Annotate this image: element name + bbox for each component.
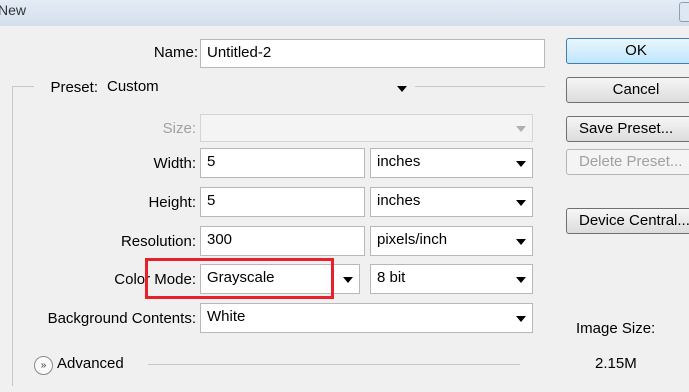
resolution-unit-select[interactable]: pixels/inch	[370, 226, 533, 256]
background-contents-select[interactable]: White	[200, 303, 533, 333]
chevron-down-icon	[397, 86, 407, 92]
height-unit-value: inches	[377, 192, 421, 209]
window-control-button[interactable]	[679, 2, 689, 22]
name-label: Name:	[153, 44, 198, 61]
advanced-label[interactable]: Advanced	[57, 355, 124, 372]
device-central-button[interactable]: Device Central...	[566, 208, 689, 234]
preset-group-border-top-right	[415, 86, 545, 87]
delete-preset-button: Delete Preset...	[566, 149, 689, 175]
width-label: Width:	[153, 155, 196, 172]
advanced-divider	[148, 364, 520, 365]
chevron-down-icon	[516, 316, 526, 322]
bit-depth-select[interactable]: 8 bit	[370, 264, 533, 294]
size-label: Size:	[162, 120, 196, 137]
color-mode-highlight	[145, 258, 334, 299]
image-size-label: Image Size:	[576, 320, 656, 337]
preset-group-border-top	[12, 86, 34, 87]
chevron-down-icon	[343, 277, 353, 283]
preset-label: Preset:	[50, 79, 98, 96]
save-preset-button[interactable]: Save Preset...	[566, 116, 689, 142]
image-size-value: 2.15M	[595, 355, 637, 372]
name-input[interactable]: Untitled-2	[200, 39, 545, 68]
chevron-down-icon	[516, 200, 526, 206]
background-contents-value: White	[207, 308, 246, 325]
size-select	[200, 114, 533, 142]
window-title: New	[0, 2, 27, 18]
resolution-unit-value: pixels/inch	[377, 231, 448, 248]
chevron-down-icon	[516, 239, 526, 245]
chevron-down-icon	[516, 126, 526, 132]
height-unit-select[interactable]: inches	[370, 187, 533, 217]
height-label: Height:	[148, 194, 196, 211]
cancel-button[interactable]: Cancel	[566, 77, 689, 103]
width-unit-select[interactable]: inches	[370, 148, 533, 178]
chevron-down-icon	[516, 161, 526, 167]
chevron-double-down-icon[interactable]: »	[34, 356, 53, 375]
preset-value: Custom	[107, 78, 159, 95]
ok-button[interactable]: OK	[566, 38, 689, 64]
height-input[interactable]: 5	[200, 187, 365, 217]
preset-group-border-left	[12, 86, 13, 386]
background-contents-label: Background Contents:	[47, 310, 196, 327]
width-input[interactable]: 5	[200, 148, 365, 178]
resolution-label: Resolution:	[120, 233, 196, 250]
preset-select[interactable]: Custom	[101, 74, 411, 102]
resolution-input[interactable]: 300	[200, 226, 365, 256]
width-unit-value: inches	[377, 153, 421, 170]
title-bar: New	[0, 0, 689, 26]
chevron-down-icon	[516, 277, 526, 283]
bit-depth-value: 8 bit	[377, 269, 406, 286]
